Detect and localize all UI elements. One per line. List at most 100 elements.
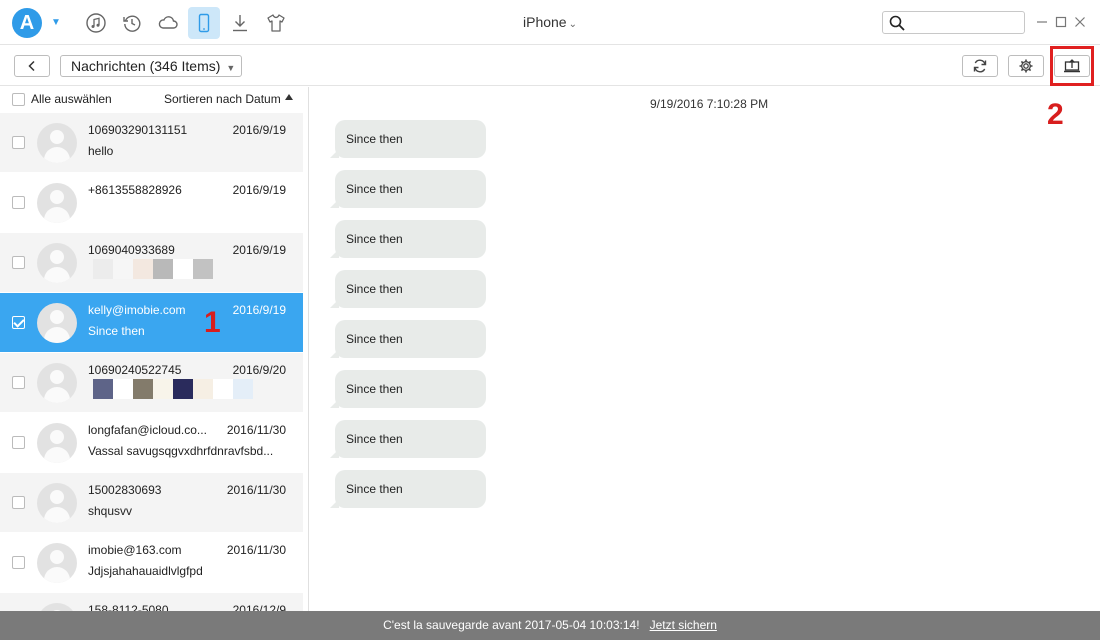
minimize-icon[interactable] bbox=[1033, 13, 1051, 31]
message-list-pane: Alle auswählen Sortieren nach Datum 1069… bbox=[0, 87, 309, 640]
image-thumbnail bbox=[233, 379, 253, 399]
message-date: 2016/9/19 bbox=[232, 303, 286, 317]
image-thumbnail bbox=[193, 259, 213, 279]
list-item[interactable]: imobie@163.com 2016/11/30 Jdjsjahahauaidlv… bbox=[0, 532, 303, 592]
search-input[interactable] bbox=[909, 14, 1019, 31]
avatar bbox=[37, 543, 77, 583]
message-preview: shqusvv bbox=[88, 504, 133, 518]
row-checkbox[interactable] bbox=[12, 376, 25, 389]
message-bubbles: Since then Since then Since then Since then… bbox=[330, 120, 486, 520]
list-item[interactable]: 106903290131151 2016/9/19 hello bbox=[0, 112, 303, 172]
message-bubble: Since then bbox=[330, 320, 486, 358]
message-date: 2016/9/19 bbox=[232, 123, 286, 137]
tshirt-icon[interactable] bbox=[260, 7, 292, 39]
row-checkbox[interactable] bbox=[12, 196, 25, 209]
row-checkbox[interactable] bbox=[12, 316, 25, 329]
list-item[interactable]: 15002830693 2016/11/30 shqusvv bbox=[0, 472, 303, 532]
app-menu[interactable]: A ▼ bbox=[0, 0, 70, 45]
history-icon[interactable] bbox=[116, 7, 148, 39]
image-thumbnail bbox=[173, 379, 193, 399]
message-preview: Jdjsjahahauaidlvlgfpd bbox=[88, 564, 203, 578]
avatar bbox=[37, 363, 77, 403]
cloud-icon[interactable] bbox=[152, 7, 184, 39]
message-date: 2016/11/30 bbox=[226, 543, 286, 557]
select-all-checkbox[interactable] bbox=[12, 93, 25, 106]
row-checkbox[interactable] bbox=[12, 436, 25, 449]
category-dropdown[interactable]: Nachrichten (346 Items) ▼ bbox=[60, 55, 242, 77]
message-preview: Vassal savugsqgvxdhrfdnravfsbd... bbox=[88, 444, 274, 458]
chevron-down-icon: ⌄ bbox=[568, 19, 577, 30]
contact-name: 10690240522745 bbox=[88, 363, 182, 377]
backup-status-text: C'est la sauvegarde avant 2017-05-04 10:… bbox=[383, 618, 640, 632]
export-highlight-box bbox=[1050, 46, 1094, 86]
music-icon[interactable] bbox=[80, 7, 112, 39]
list-item[interactable]: +8613558828926 2016/9/19 bbox=[0, 172, 303, 232]
message-bubble: Since then bbox=[330, 170, 486, 208]
status-bar: C'est la sauvegarde avant 2017-05-04 10:… bbox=[0, 611, 1100, 640]
image-thumbnail bbox=[113, 379, 133, 399]
image-thumbnail bbox=[153, 259, 173, 279]
row-checkbox[interactable] bbox=[12, 556, 25, 569]
annotation-marker-1: 1 bbox=[204, 306, 221, 339]
contact-name: 106903290131151 bbox=[88, 123, 188, 137]
attachment-thumbnails bbox=[93, 379, 253, 399]
avatar bbox=[37, 303, 77, 343]
row-checkbox[interactable] bbox=[12, 496, 25, 509]
chevron-down-icon: ▼ bbox=[51, 17, 61, 28]
category-label: Nachrichten (346 Items) bbox=[71, 58, 221, 74]
contact-name: 1069040933689 bbox=[88, 243, 175, 257]
list-item[interactable]: 1069040933689 2016/9/19 bbox=[0, 232, 303, 292]
image-thumbnail bbox=[193, 379, 213, 399]
list-item[interactable]: 10690240522745 2016/9/20 bbox=[0, 352, 303, 412]
phone-icon[interactable] bbox=[188, 7, 220, 39]
device-selector[interactable]: iPhone ⌄ bbox=[500, 14, 600, 30]
image-thumbnail bbox=[173, 259, 193, 279]
message-date: 2016/9/20 bbox=[232, 363, 286, 377]
message-bubble: Since then bbox=[330, 420, 486, 458]
message-preview: hello bbox=[88, 144, 114, 158]
search-box[interactable] bbox=[882, 11, 1025, 34]
message-preview: Since then bbox=[88, 324, 145, 338]
backup-now-link[interactable]: Jetzt sichern bbox=[650, 618, 717, 632]
message-date: 2016/11/30 bbox=[226, 483, 286, 497]
top-nav bbox=[80, 7, 296, 39]
avatar bbox=[37, 243, 77, 283]
sort-ascending-icon[interactable] bbox=[285, 94, 293, 100]
attachment-thumbnails bbox=[93, 259, 213, 279]
contact-name: longfafan@icloud.co... bbox=[88, 423, 207, 437]
image-thumbnail bbox=[133, 379, 153, 399]
message-date: 2016/9/19 bbox=[232, 183, 286, 197]
list-header: Alle auswählen Sortieren nach Datum bbox=[0, 87, 303, 111]
row-checkbox[interactable] bbox=[12, 256, 25, 269]
conversation-pane: 9/19/2016 7:10:28 PM Since then Since the… bbox=[310, 87, 1100, 610]
message-bubble: Since then bbox=[330, 120, 486, 158]
download-icon[interactable] bbox=[224, 7, 256, 39]
toolbar: Nachrichten (346 Items) ▼ bbox=[0, 46, 1100, 86]
close-icon[interactable] bbox=[1071, 13, 1089, 31]
list-item[interactable]: longfafan@icloud.co... 2016/11/30 Vassal s… bbox=[0, 412, 303, 472]
image-thumbnail bbox=[113, 259, 133, 279]
avatar bbox=[37, 423, 77, 463]
image-thumbnail bbox=[93, 259, 113, 279]
contact-name: 15002830693 bbox=[88, 483, 162, 497]
image-thumbnail bbox=[93, 379, 113, 399]
sort-by-date-button[interactable]: Sortieren nach Datum bbox=[164, 92, 281, 106]
chevron-down-icon: ▼ bbox=[226, 63, 236, 73]
image-thumbnail bbox=[213, 379, 233, 399]
list-item[interactable]: kelly@imobie.com 2016/9/19 Since then bbox=[0, 292, 303, 352]
row-checkbox[interactable] bbox=[12, 136, 25, 149]
select-all-label[interactable]: Alle auswählen bbox=[31, 92, 112, 106]
chevron-left-icon bbox=[28, 60, 35, 72]
settings-button[interactable] bbox=[1008, 55, 1044, 77]
message-bubble: Since then bbox=[330, 470, 486, 508]
image-thumbnail bbox=[153, 379, 173, 399]
gear-icon bbox=[1019, 59, 1033, 73]
image-thumbnail bbox=[133, 259, 153, 279]
app-window: A ▼ iPhone ⌄ Nachrichten (346 Items) ▼ 2… bbox=[0, 0, 1100, 640]
maximize-icon[interactable] bbox=[1052, 13, 1070, 31]
refresh-button[interactable] bbox=[962, 55, 998, 77]
contact-name: kelly@imobie.com bbox=[88, 303, 186, 317]
avatar bbox=[37, 483, 77, 523]
back-button[interactable] bbox=[14, 55, 50, 77]
message-bubble: Since then bbox=[330, 370, 486, 408]
